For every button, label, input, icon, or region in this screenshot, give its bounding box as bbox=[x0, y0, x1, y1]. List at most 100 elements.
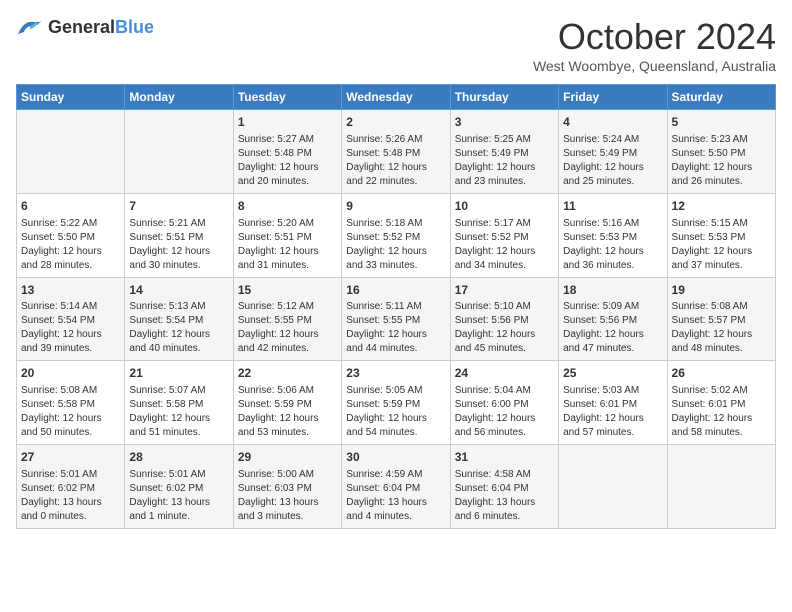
calendar-table: SundayMondayTuesdayWednesdayThursdayFrid… bbox=[16, 84, 776, 529]
day-number: 21 bbox=[129, 365, 228, 382]
week-row-0: 1Sunrise: 5:27 AM Sunset: 5:48 PM Daylig… bbox=[17, 110, 776, 194]
day-info: Sunrise: 5:23 AM Sunset: 5:50 PM Dayligh… bbox=[672, 133, 771, 189]
day-info: Sunrise: 5:03 AM Sunset: 6:01 PM Dayligh… bbox=[563, 384, 662, 440]
calendar-cell: 26 Sunrise: 5:02 AM Sunset: 6:01 PM Dayli… bbox=[667, 361, 775, 445]
day-info: Sunrise: 4:58 AM Sunset: 6:04 PM Dayligh… bbox=[455, 468, 554, 524]
logo-text: GeneralBlue bbox=[48, 17, 154, 38]
logo-general: General bbox=[48, 17, 115, 37]
day-number: 8 bbox=[238, 198, 337, 215]
header: GeneralBlue October 2024 West Woombye, Q… bbox=[16, 16, 776, 74]
calendar-cell: 16Sunrise: 5:11 AM Sunset: 5:55 PM Dayli… bbox=[342, 277, 450, 361]
calendar-cell: 31 Sunrise: 4:58 AM Sunset: 6:04 PM Dayli… bbox=[450, 445, 558, 529]
logo-bird-icon bbox=[16, 16, 44, 38]
day-number: 12 bbox=[672, 198, 771, 215]
day-info: Sunrise: 5:06 AM Sunset: 5:59 PM Dayligh… bbox=[238, 384, 337, 440]
calendar-cell: 2Sunrise: 5:26 AM Sunset: 5:48 PM Daylig… bbox=[342, 110, 450, 194]
calendar-cell: 27 Sunrise: 5:01 AM Sunset: 6:02 PM Dayli… bbox=[17, 445, 125, 529]
week-row-2: 13Sunrise: 5:14 AM Sunset: 5:54 PM Dayli… bbox=[17, 277, 776, 361]
day-info: Sunrise: 5:18 AM Sunset: 5:52 PM Dayligh… bbox=[346, 217, 445, 273]
month-title: October 2024 bbox=[533, 16, 776, 58]
day-number: 29 bbox=[238, 449, 337, 466]
day-number: 22 bbox=[238, 365, 337, 382]
calendar-cell bbox=[17, 110, 125, 194]
calendar-cell: 5Sunrise: 5:23 AM Sunset: 5:50 PM Daylig… bbox=[667, 110, 775, 194]
day-info: Sunrise: 5:08 AM Sunset: 5:58 PM Dayligh… bbox=[21, 384, 120, 440]
calendar-cell: 18Sunrise: 5:09 AM Sunset: 5:56 PM Dayli… bbox=[559, 277, 667, 361]
day-info: Sunrise: 5:21 AM Sunset: 5:51 PM Dayligh… bbox=[129, 217, 228, 273]
day-number: 6 bbox=[21, 198, 120, 215]
calendar-cell: 12 Sunrise: 5:15 AM Sunset: 5:53 PM Dayli… bbox=[667, 193, 775, 277]
calendar-cell: 3Sunrise: 5:25 AM Sunset: 5:49 PM Daylig… bbox=[450, 110, 558, 194]
day-info: Sunrise: 5:16 AM Sunset: 5:53 PM Dayligh… bbox=[563, 217, 662, 273]
calendar-cell: 10Sunrise: 5:17 AM Sunset: 5:52 PM Dayli… bbox=[450, 193, 558, 277]
day-info: Sunrise: 5:00 AM Sunset: 6:03 PM Dayligh… bbox=[238, 468, 337, 524]
day-info: Sunrise: 5:02 AM Sunset: 6:01 PM Dayligh… bbox=[672, 384, 771, 440]
day-info: Sunrise: 5:05 AM Sunset: 5:59 PM Dayligh… bbox=[346, 384, 445, 440]
calendar-cell: 28Sunrise: 5:01 AM Sunset: 6:02 PM Dayli… bbox=[125, 445, 233, 529]
day-info: Sunrise: 5:22 AM Sunset: 5:50 PM Dayligh… bbox=[21, 217, 120, 273]
logo-blue: Blue bbox=[115, 17, 154, 37]
calendar-cell: 1Sunrise: 5:27 AM Sunset: 5:48 PM Daylig… bbox=[233, 110, 341, 194]
day-number: 4 bbox=[563, 114, 662, 131]
calendar-cell: 8Sunrise: 5:20 AM Sunset: 5:51 PM Daylig… bbox=[233, 193, 341, 277]
calendar-cell: 7Sunrise: 5:21 AM Sunset: 5:51 PM Daylig… bbox=[125, 193, 233, 277]
day-info: Sunrise: 5:12 AM Sunset: 5:55 PM Dayligh… bbox=[238, 300, 337, 356]
day-number: 24 bbox=[455, 365, 554, 382]
header-tuesday: Tuesday bbox=[233, 85, 341, 110]
day-number: 18 bbox=[563, 282, 662, 299]
calendar-cell: 17Sunrise: 5:10 AM Sunset: 5:56 PM Dayli… bbox=[450, 277, 558, 361]
calendar-cell: 4 Sunrise: 5:24 AM Sunset: 5:49 PM Daylig… bbox=[559, 110, 667, 194]
calendar-cell: 24 Sunrise: 5:04 AM Sunset: 6:00 PM Dayli… bbox=[450, 361, 558, 445]
day-number: 10 bbox=[455, 198, 554, 215]
header-monday: Monday bbox=[125, 85, 233, 110]
header-sunday: Sunday bbox=[17, 85, 125, 110]
day-number: 19 bbox=[672, 282, 771, 299]
day-info: Sunrise: 5:25 AM Sunset: 5:49 PM Dayligh… bbox=[455, 133, 554, 189]
header-friday: Friday bbox=[559, 85, 667, 110]
calendar-cell: 30Sunrise: 4:59 AM Sunset: 6:04 PM Dayli… bbox=[342, 445, 450, 529]
day-number: 16 bbox=[346, 282, 445, 299]
calendar-cell: 9 Sunrise: 5:18 AM Sunset: 5:52 PM Daylig… bbox=[342, 193, 450, 277]
header-saturday: Saturday bbox=[667, 85, 775, 110]
day-number: 25 bbox=[563, 365, 662, 382]
calendar-cell: 21 Sunrise: 5:07 AM Sunset: 5:58 PM Dayli… bbox=[125, 361, 233, 445]
calendar-cell: 15Sunrise: 5:12 AM Sunset: 5:55 PM Dayli… bbox=[233, 277, 341, 361]
day-info: Sunrise: 5:24 AM Sunset: 5:49 PM Dayligh… bbox=[563, 133, 662, 189]
calendar-cell: 11 Sunrise: 5:16 AM Sunset: 5:53 PM Dayli… bbox=[559, 193, 667, 277]
calendar-cell: 13Sunrise: 5:14 AM Sunset: 5:54 PM Dayli… bbox=[17, 277, 125, 361]
calendar-cell: 14Sunrise: 5:13 AM Sunset: 5:54 PM Dayli… bbox=[125, 277, 233, 361]
day-number: 13 bbox=[21, 282, 120, 299]
day-number: 9 bbox=[346, 198, 445, 215]
calendar-cell: 19Sunrise: 5:08 AM Sunset: 5:57 PM Dayli… bbox=[667, 277, 775, 361]
week-row-3: 20 Sunrise: 5:08 AM Sunset: 5:58 PM Dayli… bbox=[17, 361, 776, 445]
location-title: West Woombye, Queensland, Australia bbox=[533, 58, 776, 74]
day-number: 27 bbox=[21, 449, 120, 466]
day-number: 14 bbox=[129, 282, 228, 299]
day-info: Sunrise: 5:14 AM Sunset: 5:54 PM Dayligh… bbox=[21, 300, 120, 356]
day-number: 20 bbox=[21, 365, 120, 382]
calendar-cell: 23 Sunrise: 5:05 AM Sunset: 5:59 PM Dayli… bbox=[342, 361, 450, 445]
day-number: 2 bbox=[346, 114, 445, 131]
day-info: Sunrise: 5:01 AM Sunset: 6:02 PM Dayligh… bbox=[21, 468, 120, 524]
calendar-cell: 29 Sunrise: 5:00 AM Sunset: 6:03 PM Dayli… bbox=[233, 445, 341, 529]
day-number: 26 bbox=[672, 365, 771, 382]
day-info: Sunrise: 5:11 AM Sunset: 5:55 PM Dayligh… bbox=[346, 300, 445, 356]
day-info: Sunrise: 5:15 AM Sunset: 5:53 PM Dayligh… bbox=[672, 217, 771, 273]
calendar-cell: 22 Sunrise: 5:06 AM Sunset: 5:59 PM Dayli… bbox=[233, 361, 341, 445]
day-number: 17 bbox=[455, 282, 554, 299]
day-number: 23 bbox=[346, 365, 445, 382]
day-info: Sunrise: 5:04 AM Sunset: 6:00 PM Dayligh… bbox=[455, 384, 554, 440]
day-info: Sunrise: 5:10 AM Sunset: 5:56 PM Dayligh… bbox=[455, 300, 554, 356]
week-row-1: 6 Sunrise: 5:22 AM Sunset: 5:50 PM Daylig… bbox=[17, 193, 776, 277]
day-info: Sunrise: 4:59 AM Sunset: 6:04 PM Dayligh… bbox=[346, 468, 445, 524]
day-number: 11 bbox=[563, 198, 662, 215]
calendar-cell: 25 Sunrise: 5:03 AM Sunset: 6:01 PM Dayli… bbox=[559, 361, 667, 445]
day-number: 1 bbox=[238, 114, 337, 131]
calendar-cell: 6 Sunrise: 5:22 AM Sunset: 5:50 PM Daylig… bbox=[17, 193, 125, 277]
day-number: 31 bbox=[455, 449, 554, 466]
day-info: Sunrise: 5:01 AM Sunset: 6:02 PM Dayligh… bbox=[129, 468, 228, 524]
logo: GeneralBlue bbox=[16, 16, 154, 38]
day-info: Sunrise: 5:07 AM Sunset: 5:58 PM Dayligh… bbox=[129, 384, 228, 440]
week-row-4: 27 Sunrise: 5:01 AM Sunset: 6:02 PM Dayli… bbox=[17, 445, 776, 529]
calendar-cell bbox=[125, 110, 233, 194]
